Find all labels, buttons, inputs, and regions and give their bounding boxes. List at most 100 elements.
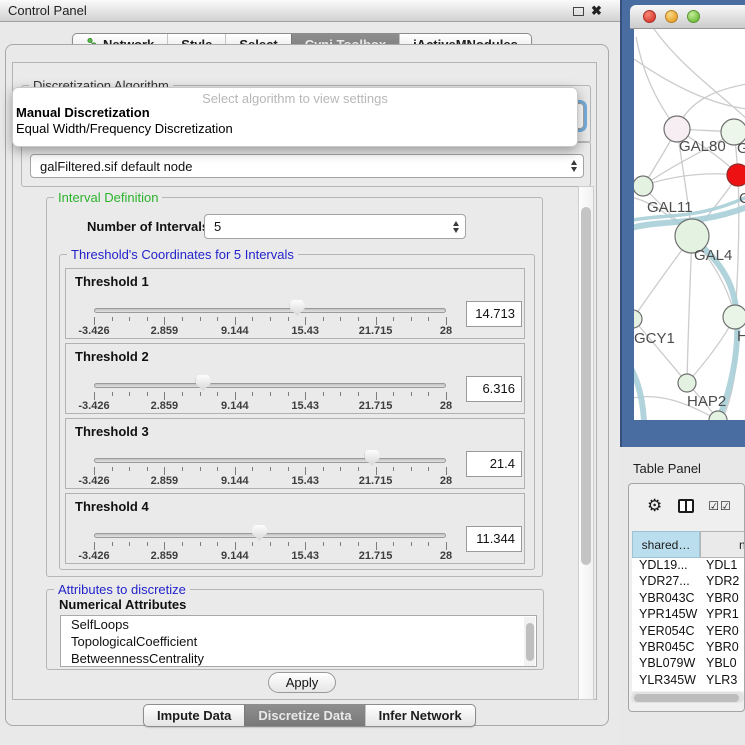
popup-hint: Select algorithm to view settings (13, 91, 577, 106)
network-node[interactable] (678, 374, 696, 392)
column-header-name[interactable]: na (700, 531, 745, 558)
group-title: Threshold's Coordinates for 5 Intervals (67, 247, 298, 262)
zoom-traffic-light[interactable] (687, 10, 700, 23)
tab-discretize-data[interactable]: Discretize Data (244, 705, 364, 726)
close-icon[interactable]: ✖ (591, 3, 602, 19)
threshold-label: Threshold 1 (75, 274, 149, 289)
node-label: C (739, 190, 745, 207)
threshold-value-field[interactable]: 14.713 (466, 301, 522, 327)
slider-track[interactable] (94, 458, 446, 463)
table-row[interactable]: YDR27...YDR2 (632, 574, 745, 590)
network-node[interactable] (634, 310, 642, 328)
numerical-attributes-label: Numerical Attributes (59, 597, 186, 612)
table-row[interactable]: YBL079WYBL0 (632, 656, 745, 672)
close-traffic-light[interactable] (643, 10, 656, 23)
slider-thumb[interactable] (290, 300, 305, 316)
slider-track[interactable] (94, 308, 446, 313)
attributes-list[interactable]: SelfLoops TopologicalCoefficient Between… (60, 615, 537, 667)
table-row[interactable]: YER054CYER0 (632, 624, 745, 640)
slider-thumb[interactable] (252, 525, 267, 541)
panel-title: Control Panel (8, 3, 87, 18)
split-columns-icon[interactable] (678, 499, 694, 513)
node-label: H (737, 328, 745, 345)
column-header-shared[interactable]: shared… (632, 531, 700, 558)
table-panel-title: Table Panel (633, 461, 701, 476)
table-data-combobox[interactable]: galFiltered.sif default node (30, 154, 584, 178)
list-item[interactable]: SelfLoops (61, 616, 536, 633)
num-intervals-combobox[interactable]: 5 (204, 214, 466, 239)
slider-scale: -3.426 2.859 9.144 15.43 21.715 28 (94, 325, 446, 337)
table-row[interactable]: YDL19...YDL1 (632, 558, 745, 574)
table-panel: ⚙ ☑ ☑ shared… na YDL19...YDL1 YDR27...YD… (628, 483, 745, 712)
threshold-label: Threshold 4 (75, 499, 149, 514)
popup-item-equal-width[interactable]: Equal Width/Frequency Discretization (16, 121, 233, 136)
algorithm-dropdown-popup: Select algorithm to view settings Manual… (12, 87, 578, 147)
table-toolbar: ⚙ ☑ ☑ (629, 484, 744, 528)
table-panel-area: Table Panel ⚙ ☑ ☑ shared… na YDL19...YDL… (620, 447, 745, 745)
list-scrollbar[interactable] (524, 617, 535, 667)
table-row[interactable]: YIL052CYIL0 (632, 689, 745, 691)
threshold-1-panel: Threshold 1 -3.426 2.859 9.144 15.43 21.… (65, 268, 525, 339)
list-item[interactable]: BetweennessCentrality (61, 650, 536, 667)
network-window-titlebar (630, 5, 745, 29)
float-window-icon[interactable] (573, 7, 584, 16)
node-label: GCY1 (634, 330, 675, 347)
slider-thumb[interactable] (365, 450, 380, 466)
node-label: GA (737, 140, 745, 157)
scrollbar-thumb[interactable] (634, 694, 739, 702)
minimize-traffic-light[interactable] (665, 10, 678, 23)
list-item[interactable]: TopologicalCoefficient (61, 633, 536, 650)
threshold-2-panel: Threshold 2 -3.426 2.859 9.144 15.43 21.… (65, 343, 525, 414)
node-label: GAL80 (679, 138, 726, 155)
group-title: Attributes to discretize (54, 582, 190, 597)
table-horizontal-scrollbar[interactable] (631, 692, 744, 703)
interval-definition-group: Interval Definition Number of Intervals … (46, 197, 543, 577)
attributes-group: Attributes to discretize Numerical Attri… (46, 589, 544, 670)
popup-item-manual[interactable]: Manual Discretization (16, 105, 150, 120)
checked-checkbox-icon[interactable]: ☑ (708, 499, 719, 513)
network-node[interactable] (634, 176, 653, 196)
table-data-group: Table Data galFiltered.sif default node (21, 141, 591, 187)
apply-button[interactable]: Apply (268, 672, 336, 693)
network-graph: GAL80 GA C GAL11 GAL4 GCY1 H HAP2 (634, 29, 745, 420)
gear-icon[interactable]: ⚙ (647, 496, 662, 516)
network-canvas[interactable]: GAL80 GA C GAL11 GAL4 GCY1 H HAP2 (634, 29, 745, 420)
slider-track[interactable] (94, 533, 446, 538)
threshold-value-field[interactable]: 11.344 (466, 526, 522, 552)
threshold-3-panel: Threshold 3 -3.426 2.859 9.144 15.43 21.… (65, 418, 525, 489)
node-label: GAL11 (647, 199, 693, 216)
scrollbar-thumb[interactable] (581, 207, 591, 565)
bottom-tabstrip: Impute Data Discretize Data Infer Networ… (143, 704, 476, 727)
table-row[interactable]: YBR045CYBR0 (632, 640, 745, 656)
threshold-label: Threshold 3 (75, 424, 149, 439)
network-view-window: GAL80 GA C GAL11 GAL4 GCY1 H HAP2 (620, 0, 745, 447)
tab-impute-data[interactable]: Impute Data (144, 705, 244, 726)
slider-scale: -3.426 2.859 9.144 15.43 21.715 28 (94, 550, 446, 562)
slider-scale: -3.426 2.859 9.144 15.43 21.715 28 (94, 400, 446, 412)
table-row[interactable]: YBR043CYBR0 (632, 591, 745, 607)
control-panel: Control Panel ✖ Network Style Select Cyn… (0, 0, 620, 745)
network-node-selected[interactable] (727, 164, 745, 186)
node-label: GAL4 (694, 247, 732, 264)
combo-arrows-icon (453, 221, 465, 233)
group-title: Interval Definition (54, 190, 162, 205)
cyni-vertical-scrollbar[interactable] (578, 186, 594, 700)
table-header-row: shared… na (632, 531, 745, 558)
network-node[interactable] (723, 305, 745, 329)
threshold-value-field[interactable]: 6.316 (466, 376, 522, 402)
num-intervals-label: Number of Intervals (87, 219, 209, 234)
table-row[interactable]: YPR145WYPR1 (632, 607, 745, 623)
num-intervals-value: 5 (214, 219, 221, 234)
checked-checkbox-icon[interactable]: ☑ (720, 499, 731, 513)
threshold-value-field[interactable]: 21.4 (466, 451, 522, 477)
tab-infer-network[interactable]: Infer Network (365, 705, 475, 726)
control-panel-titlebar: Control Panel ✖ (0, 0, 620, 22)
table-rows: YDL19...YDL1 YDR27...YDR2 YBR043CYBR0 YP… (632, 558, 745, 691)
slider-thumb[interactable] (196, 375, 211, 391)
threshold-label: Threshold 2 (75, 349, 149, 364)
node-label: HAP2 (687, 393, 726, 410)
table-data-value: galFiltered.sif default node (40, 159, 192, 174)
slider-track[interactable] (94, 383, 446, 388)
table-row[interactable]: YLR345WYLR3 (632, 673, 745, 689)
thresholds-group: Threshold's Coordinates for 5 Intervals … (59, 254, 535, 570)
